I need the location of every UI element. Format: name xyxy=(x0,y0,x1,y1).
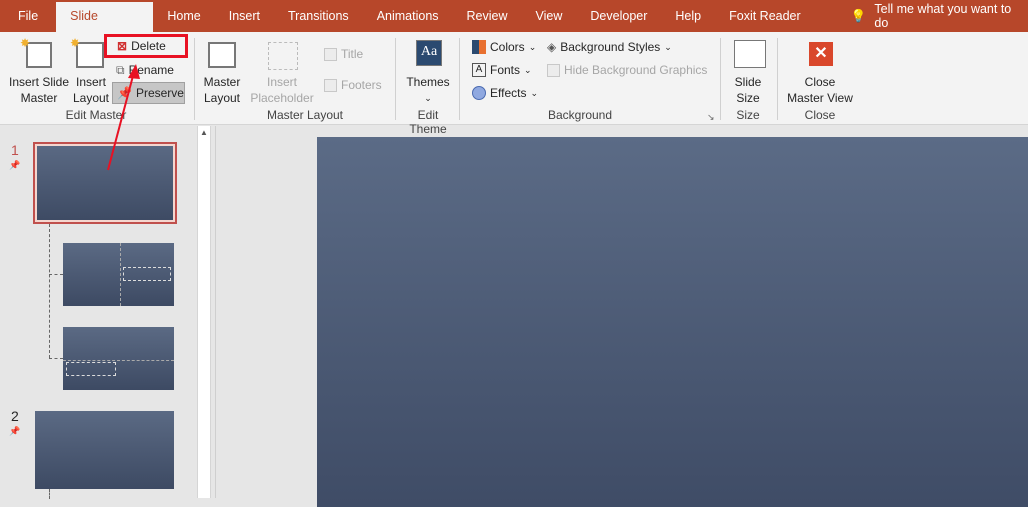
slide-size-label: Slide xyxy=(734,75,762,89)
insert-layout-label: Insert xyxy=(75,75,106,89)
delete-button[interactable]: ⊠ Delete xyxy=(104,34,188,58)
background-group-label: Background xyxy=(547,108,613,122)
insert-slide-master-label-2: Master xyxy=(20,91,58,105)
background-dialog-launcher-icon[interactable]: ↘ xyxy=(707,112,715,123)
tab-review[interactable]: Review xyxy=(453,0,522,32)
preserve-icon: 📌 xyxy=(117,86,132,100)
background-styles-button[interactable]: ◈ Background Styles ⌄ xyxy=(547,37,672,57)
footers-label: Footers xyxy=(341,78,382,92)
preserve-button[interactable]: 📌 Preserve xyxy=(112,82,185,104)
tab-file[interactable]: File xyxy=(0,0,56,32)
tell-me-search[interactable]: 💡 Tell me what you want to do xyxy=(851,2,1028,30)
fonts-label: Fonts xyxy=(490,63,521,77)
tab-developer[interactable]: Developer xyxy=(576,0,661,32)
rename-label: Rename xyxy=(128,63,174,77)
layout-connector xyxy=(49,358,63,359)
slide-master-thumbnail[interactable] xyxy=(33,142,177,224)
insert-slide-master-icon: ✸ xyxy=(20,36,52,68)
colors-button[interactable]: Colors ⌄ xyxy=(472,37,536,57)
master-layout-label: Master xyxy=(203,75,241,89)
layout-thumbnail[interactable] xyxy=(63,243,174,306)
background-styles-label: Background Styles xyxy=(560,40,661,54)
master-layout-label-2: Layout xyxy=(203,91,241,105)
layout-connector xyxy=(49,224,63,358)
effects-label: Effects xyxy=(490,86,527,100)
pin-icon: 📌 xyxy=(9,426,21,436)
ribbon-tabs: File Slide Master Home Insert Transition… xyxy=(0,0,1028,55)
pane-splitter[interactable] xyxy=(215,126,216,498)
slide-size-button[interactable]: Slide Size xyxy=(724,36,772,106)
insert-slide-master-label: Insert Slide xyxy=(8,75,70,89)
slide-size-label-2: Size xyxy=(736,91,760,105)
delete-label: Delete xyxy=(131,39,166,53)
master-layout-button[interactable]: Master Layout xyxy=(200,36,244,106)
fonts-button[interactable]: A Fonts ⌄ xyxy=(472,60,532,80)
slide-thumbnail-pane: 1 📌 2 📌 xyxy=(0,126,197,499)
slide-size-icon xyxy=(734,40,766,68)
slide-master-thumbnail[interactable] xyxy=(35,411,174,489)
delete-icon: ⊠ xyxy=(117,39,128,53)
scroll-up-icon[interactable]: ▲ xyxy=(198,128,210,137)
insert-placeholder-label-2: Placeholder xyxy=(250,91,314,105)
master-layout-icon xyxy=(208,42,236,68)
insert-layout-label-2: Layout xyxy=(72,91,110,105)
separator xyxy=(459,38,460,120)
preserve-label: Preserve xyxy=(135,86,184,100)
close-label-2: Master View xyxy=(787,91,853,105)
themes-label: Themes xyxy=(406,75,450,89)
insert-placeholder-label: Insert xyxy=(266,75,297,89)
close-label: Close xyxy=(804,75,836,89)
background-styles-icon: ◈ xyxy=(547,40,557,54)
separator xyxy=(777,38,778,120)
themes-button[interactable]: Aa Themes ⌄ xyxy=(400,36,456,106)
insert-layout-icon: ✸ xyxy=(70,36,104,68)
themes-icon: Aa xyxy=(416,40,442,66)
ribbon: ✸ Insert Slide Master ✸ Insert Layout ⊠ D… xyxy=(0,32,1028,136)
pin-icon: 📌 xyxy=(9,160,21,170)
title-checkbox[interactable]: Title xyxy=(324,44,363,64)
edit-master-group-label: Edit Master xyxy=(65,108,127,122)
title-label: Title xyxy=(341,47,364,61)
hide-background-graphics-checkbox[interactable]: Hide Background Graphics xyxy=(547,60,707,80)
fonts-icon: A xyxy=(472,63,486,77)
tab-slide-master[interactable]: Slide Master xyxy=(56,2,154,51)
colors-icon xyxy=(472,40,486,54)
hide-background-graphics-label: Hide Background Graphics xyxy=(564,63,708,77)
close-icon: ✕ xyxy=(809,42,833,66)
tab-animations[interactable]: Animations xyxy=(363,0,453,32)
separator xyxy=(194,38,195,120)
tab-view[interactable]: View xyxy=(522,0,577,32)
close-master-view-button[interactable]: ✕ Close Master View xyxy=(782,36,858,106)
effects-button[interactable]: Effects ⌄ xyxy=(472,83,538,103)
tab-home[interactable]: Home xyxy=(153,0,214,32)
tab-help[interactable]: Help xyxy=(661,0,715,32)
separator xyxy=(395,38,396,120)
thumbnail-scrollbar[interactable]: ▲ xyxy=(197,126,211,498)
slide-canvas[interactable] xyxy=(317,137,1028,507)
size-group-label: Size xyxy=(736,108,760,122)
layout-connector xyxy=(49,274,63,275)
tab-foxit[interactable]: Foxit Reader PDF xyxy=(715,0,843,55)
separator xyxy=(720,38,721,120)
lightbulb-icon: 💡 xyxy=(850,8,867,23)
rename-icon: ⧉ xyxy=(116,62,125,77)
slide-number: 1 xyxy=(11,142,19,158)
footers-checkbox[interactable]: Footers xyxy=(324,75,382,95)
tab-insert[interactable]: Insert xyxy=(215,0,274,32)
colors-label: Colors xyxy=(490,40,525,54)
slide-number: 2 xyxy=(11,408,19,424)
effects-icon xyxy=(472,86,486,100)
chevron-down-icon: ⌄ xyxy=(424,93,432,103)
insert-slide-master-button[interactable]: ✸ Insert Slide Master xyxy=(6,36,72,106)
tab-transitions[interactable]: Transitions xyxy=(274,0,363,32)
layout-thumbnail[interactable] xyxy=(63,327,174,390)
edit-theme-group-label: Edit Theme xyxy=(409,108,447,136)
insert-placeholder-button[interactable]: Insert Placeholder xyxy=(244,36,320,106)
tell-me-label: Tell me what you want to do xyxy=(874,2,1012,30)
rename-button[interactable]: ⧉ Rename xyxy=(116,60,174,80)
master-layout-group-label: Master Layout xyxy=(266,108,344,122)
insert-placeholder-icon xyxy=(268,42,298,70)
close-group-label: Close xyxy=(804,108,836,122)
